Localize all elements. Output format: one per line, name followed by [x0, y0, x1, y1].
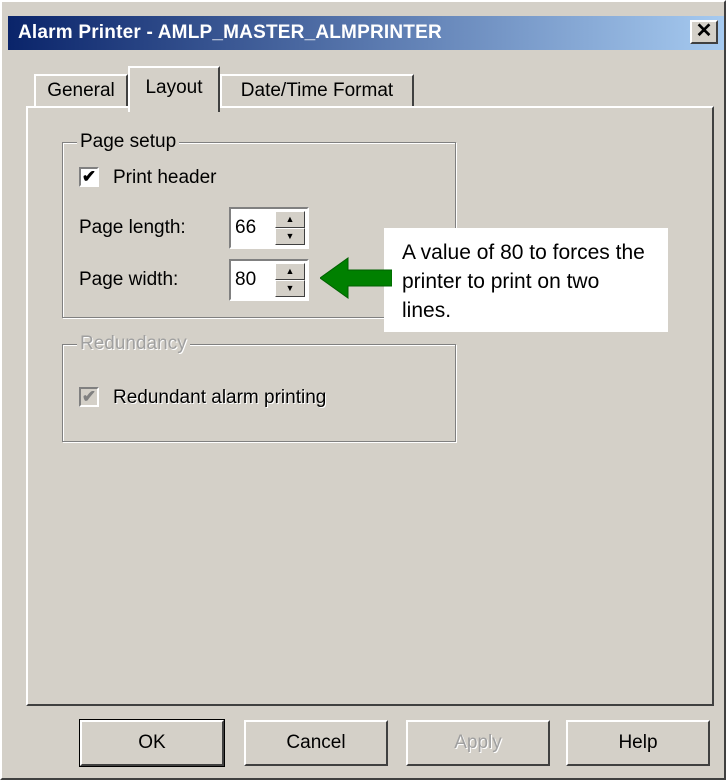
print-header-label: Print header — [113, 167, 217, 188]
close-icon: ✕ — [695, 20, 713, 42]
page-length-spin-buttons: ▲ ▼ — [275, 211, 305, 245]
green-arrow-icon — [320, 257, 392, 299]
page-length-spinner[interactable]: 66 ▲ ▼ — [229, 207, 309, 249]
close-button[interactable]: ✕ — [690, 20, 718, 44]
page-width-spin-buttons: ▲ ▼ — [275, 263, 305, 297]
apply-button-label: Apply — [454, 732, 502, 753]
check-icon: ✔ — [81, 167, 97, 186]
page-width-up-button[interactable]: ▲ — [275, 263, 305, 280]
cancel-button[interactable]: Cancel — [244, 720, 388, 766]
spin-up-icon: ▲ — [285, 266, 295, 276]
callout-text: A value of 80 to forces the printer to p… — [402, 241, 645, 322]
tab-date-time-format[interactable]: Date/Time Format — [220, 74, 414, 108]
spin-down-icon: ▼ — [285, 231, 295, 241]
page-width-spinner[interactable]: 80 ▲ ▼ — [229, 259, 309, 301]
help-button[interactable]: Help — [566, 720, 710, 766]
tab-layout[interactable]: Layout — [128, 66, 220, 112]
page-length-label: Page length: — [79, 217, 186, 238]
page-length-down-button[interactable]: ▼ — [275, 228, 305, 245]
alarm-printer-dialog: Alarm Printer - AMLP_MASTER_ALMPRINTER ✕… — [0, 0, 726, 780]
page-length-up-button[interactable]: ▲ — [275, 211, 305, 228]
page-width-label: Page width: — [79, 269, 179, 290]
spin-down-icon: ▼ — [285, 283, 295, 293]
window-title: Alarm Printer - AMLP_MASTER_ALMPRINTER — [18, 22, 442, 43]
spin-up-icon: ▲ — [285, 214, 295, 224]
title-bar[interactable]: Alarm Printer - AMLP_MASTER_ALMPRINTER ✕ — [8, 16, 724, 50]
page-length-value[interactable]: 66 — [235, 217, 256, 239]
tab-general[interactable]: General — [34, 74, 128, 108]
annotation-callout: A value of 80 to forces the printer to p… — [384, 228, 668, 332]
page-width-down-button[interactable]: ▼ — [275, 280, 305, 297]
print-header-checkbox[interactable]: ✔ — [79, 167, 99, 187]
page-width-value[interactable]: 80 — [235, 269, 256, 291]
apply-button[interactable]: Apply — [406, 720, 550, 766]
page-setup-legend: Page setup — [77, 131, 180, 153]
redundancy-group: Redundancy ✔ Redundant alarm printing — [62, 333, 456, 442]
redundant-printing-label: Redundant alarm printing — [113, 387, 327, 408]
check-icon: ✔ — [81, 387, 97, 406]
layout-tab-panel: Page setup ✔ Print header Page length: 6… — [26, 106, 714, 706]
redundancy-legend: Redundancy — [77, 333, 190, 355]
redundant-printing-checkbox[interactable]: ✔ — [79, 387, 99, 407]
ok-button[interactable]: OK — [79, 719, 225, 767]
